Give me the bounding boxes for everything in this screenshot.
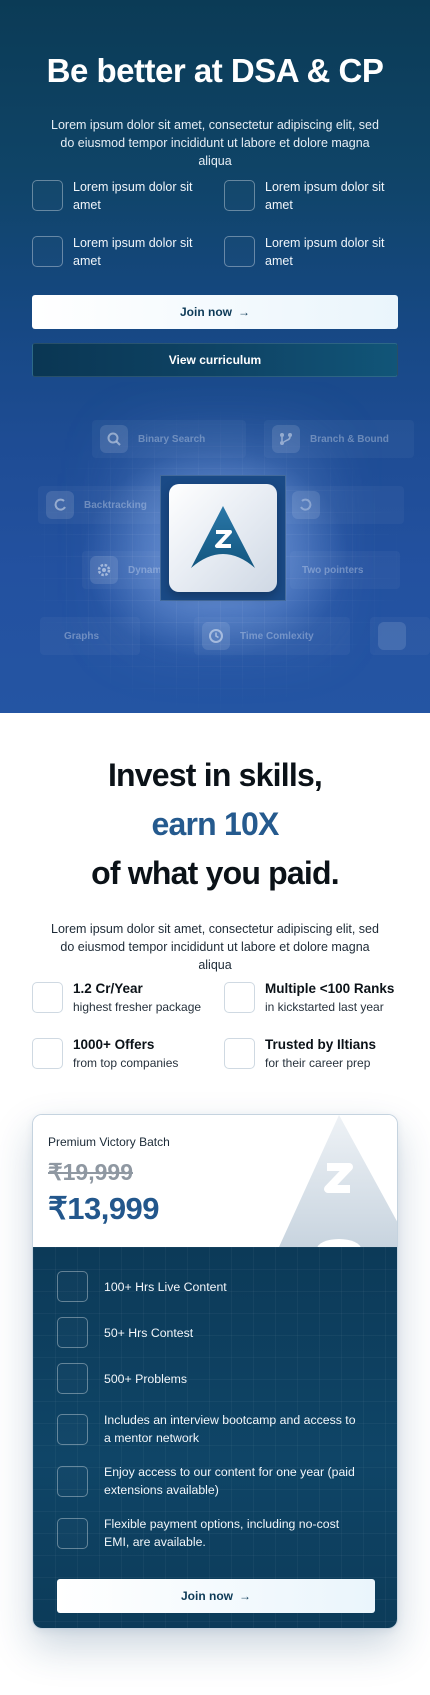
perk-checkbox-icon: [57, 1317, 88, 1348]
perk-item: 500+ Problems: [57, 1363, 360, 1394]
perk-text: 500+ Problems: [104, 1371, 188, 1386]
topic-chip-right-top: [284, 486, 404, 524]
hero-feature: Lorem ipsum dolor sit amet: [32, 234, 203, 270]
stat-title: 1.2 Cr/Year: [73, 981, 143, 996]
topic-chip-binary-search: Binary Search: [92, 420, 246, 458]
topic-chip-two-pointers: Two pointers: [290, 551, 400, 589]
perk-checkbox-icon: [57, 1271, 88, 1302]
stat-checkbox-icon: [224, 982, 255, 1013]
arrow-right-icon: →: [238, 305, 250, 319]
feature-text: Lorem ipsum dolor sit amet: [265, 180, 385, 212]
topic-chip-time-complexity: Time Comlexity: [194, 617, 350, 655]
stat-checkbox-icon: [32, 982, 63, 1013]
old-price: ₹19,999: [48, 1159, 133, 1185]
topic-label: Graphs: [64, 630, 100, 642]
search-icon: [100, 425, 128, 453]
invest-heading-highlight: earn 10X: [151, 806, 279, 842]
stat-item: 1000+ Offers from top companies: [32, 1036, 178, 1072]
topic-label: Two pointers: [302, 564, 364, 576]
hero-title: Be better at DSA & CP: [46, 52, 384, 89]
perk-item: Enjoy access to our content for one year…: [57, 1463, 360, 1499]
stat-checkbox-icon: [224, 1038, 255, 1069]
perk-checkbox-icon: [57, 1517, 88, 1549]
backtrack-icon: [46, 491, 74, 519]
hero-subtitle: Lorem ipsum dolor sit amet, consectetur …: [51, 118, 379, 168]
perk-item: 100+ Hrs Live Content: [57, 1271, 360, 1302]
clock-icon: [202, 622, 230, 650]
feature-checkbox-icon: [32, 236, 63, 267]
perk-text: Includes an interview bootcamp and acces…: [104, 1413, 356, 1445]
topic-chip-graphs: Graphs: [40, 617, 140, 655]
perk-checkbox-icon: [57, 1363, 88, 1394]
stat-subtitle: in kickstarted last year: [265, 1000, 384, 1014]
feature-checkbox-icon: [224, 236, 255, 267]
logo-tile: [160, 475, 286, 601]
topic-chip-backtracking: Backtracking: [38, 486, 178, 524]
batch-name: Premium Victory Batch: [48, 1135, 170, 1149]
card-join-now-button[interactable]: Join now →: [57, 1579, 375, 1613]
stat-title: Multiple <100 Ranks: [265, 981, 395, 996]
topic-label: Branch & Bound: [310, 433, 389, 445]
topic-chip-edge: [370, 617, 430, 655]
logo-watermark-icon: [279, 1115, 397, 1247]
hero-feature: Lorem ipsum dolor sit amet: [224, 234, 395, 270]
feature-checkbox-icon: [32, 180, 63, 211]
stat-subtitle: from top companies: [73, 1056, 179, 1070]
pricing-card-header: Premium Victory Batch ₹19,999 ₹13,999: [33, 1115, 397, 1247]
perk-item: Includes an interview bootcamp and acces…: [57, 1411, 360, 1447]
stat-title: 1000+ Offers: [73, 1037, 155, 1052]
hero-section: Be better at DSA & CP Lorem ipsum dolor …: [0, 0, 430, 713]
stat-item: Multiple <100 Ranks in kickstarted last …: [224, 980, 394, 1016]
current-price: ₹13,999: [48, 1191, 160, 1226]
stat-item: 1.2 Cr/Year highest fresher package: [32, 980, 201, 1016]
perk-text: Enjoy access to our content for one year…: [104, 1465, 355, 1497]
stat-title: Trusted by Iltians: [265, 1037, 377, 1052]
feature-checkbox-icon: [224, 180, 255, 211]
backtrack-icon: [292, 491, 320, 519]
topic-label: Binary Search: [138, 433, 206, 445]
perk-text: Flexible payment options, including no-c…: [104, 1517, 340, 1549]
join-now-label: Join now: [180, 305, 232, 319]
stat-checkbox-icon: [32, 1038, 63, 1069]
topic-chip-branch-bound: Branch & Bound: [264, 420, 414, 458]
perk-checkbox-icon: [57, 1465, 88, 1497]
feature-text: Lorem ipsum dolor sit amet: [73, 180, 193, 212]
join-now-label: Join now: [181, 1589, 233, 1603]
topic-label: Time Comlexity: [240, 630, 314, 642]
stat-subtitle: for their career prep: [265, 1056, 371, 1070]
clock-icon: [378, 622, 406, 650]
perk-item: Flexible payment options, including no-c…: [57, 1515, 360, 1551]
hero-feature: Lorem ipsum dolor sit amet: [32, 178, 203, 214]
perk-checkbox-icon: [57, 1413, 88, 1445]
perk-text: 100+ Hrs Live Content: [104, 1279, 227, 1294]
invest-heading-line3: of what you paid.: [91, 855, 340, 891]
hero-feature: Lorem ipsum dolor sit amet: [224, 178, 395, 214]
feature-text: Lorem ipsum dolor sit amet: [265, 236, 385, 268]
join-now-button[interactable]: Join now →: [32, 295, 398, 329]
feature-text: Lorem ipsum dolor sit amet: [73, 236, 193, 268]
stat-subtitle: highest fresher package: [73, 1000, 202, 1014]
arrow-right-icon: →: [239, 1589, 251, 1603]
topic-label: Backtracking: [84, 499, 147, 511]
gear-icon: [90, 556, 118, 584]
perk-text: 50+ Hrs Contest: [104, 1325, 194, 1340]
pricing-card: Premium Victory Batch ₹19,999 ₹13,999 10…: [32, 1114, 398, 1629]
view-curriculum-label: View curriculum: [168, 353, 262, 367]
pricing-card-perks: 100+ Hrs Live Content 50+ Hrs Contest 50…: [33, 1247, 397, 1628]
view-curriculum-button[interactable]: View curriculum: [32, 343, 398, 377]
stat-item: Trusted by Iltians for their career prep: [224, 1036, 376, 1072]
perk-item: 50+ Hrs Contest: [57, 1317, 360, 1348]
invest-heading-line1: Invest in skills,: [107, 757, 323, 793]
branch-icon: [272, 425, 300, 453]
logo-icon: [191, 506, 255, 568]
invest-subtitle: Lorem ipsum dolor sit amet, consectetur …: [51, 922, 379, 972]
